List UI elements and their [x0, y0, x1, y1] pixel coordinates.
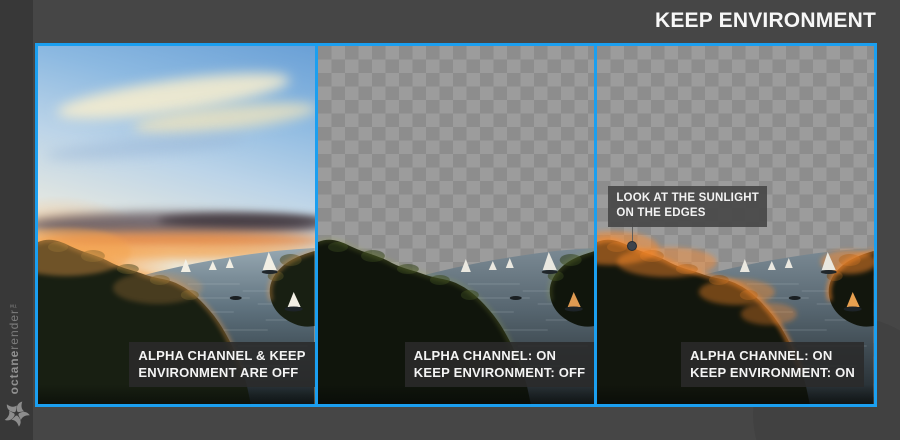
annotation-callout: LOOK AT THE SUNLIGHT ON THE EDGES	[608, 186, 767, 227]
caption-panel-2: ALPHA CHANNEL: ON KEEP ENVIRONMENT: OFF	[404, 342, 595, 387]
caption-line: ALPHA CHANNEL: ON	[690, 348, 833, 363]
caption-line: KEEP ENVIRONMENT: OFF	[413, 365, 586, 380]
caption-line: KEEP ENVIRONMENT: ON	[690, 365, 855, 380]
caption-panel-1: ALPHA CHANNEL & KEEP ENVIRONMENT ARE OFF	[129, 342, 315, 387]
brand-trademark: ™	[9, 298, 18, 309]
comparison-panels: ALPHA CHANNEL & KEEP ENVIRONMENT ARE OFF…	[35, 43, 877, 407]
octane-pinwheel-icon	[3, 400, 30, 432]
annotation-line: ON THE EDGES	[616, 207, 706, 219]
brand-name-bold: octane	[7, 349, 21, 394]
brand-wordmark: octanerender™	[7, 299, 21, 394]
panel-alpha-on-keep-off: ALPHA CHANNEL: ON KEEP ENVIRONMENT: OFF	[317, 46, 595, 404]
page-background: KEEP ENVIRONMENT octanerender™ ALPHA CHA…	[0, 0, 900, 440]
panel-alpha-keep-off: ALPHA CHANNEL & KEEP ENVIRONMENT ARE OFF	[38, 46, 315, 404]
caption-line: ALPHA CHANNEL & KEEP	[138, 348, 306, 363]
brand-name-light: render	[7, 308, 21, 350]
caption-line: ALPHA CHANNEL: ON	[413, 348, 557, 363]
brand-sidebar: octanerender™	[0, 0, 33, 440]
page-title: KEEP ENVIRONMENT	[654, 9, 876, 32]
caption-line: ENVIRONMENT ARE OFF	[138, 365, 299, 380]
caption-panel-3: ALPHA CHANNEL: ON KEEP ENVIRONMENT: ON	[681, 342, 864, 387]
annotation-line: LOOK AT THE SUNLIGHT	[616, 192, 759, 204]
panel-alpha-on-keep-on: LOOK AT THE SUNLIGHT ON THE EDGES ALPHA …	[597, 46, 874, 404]
